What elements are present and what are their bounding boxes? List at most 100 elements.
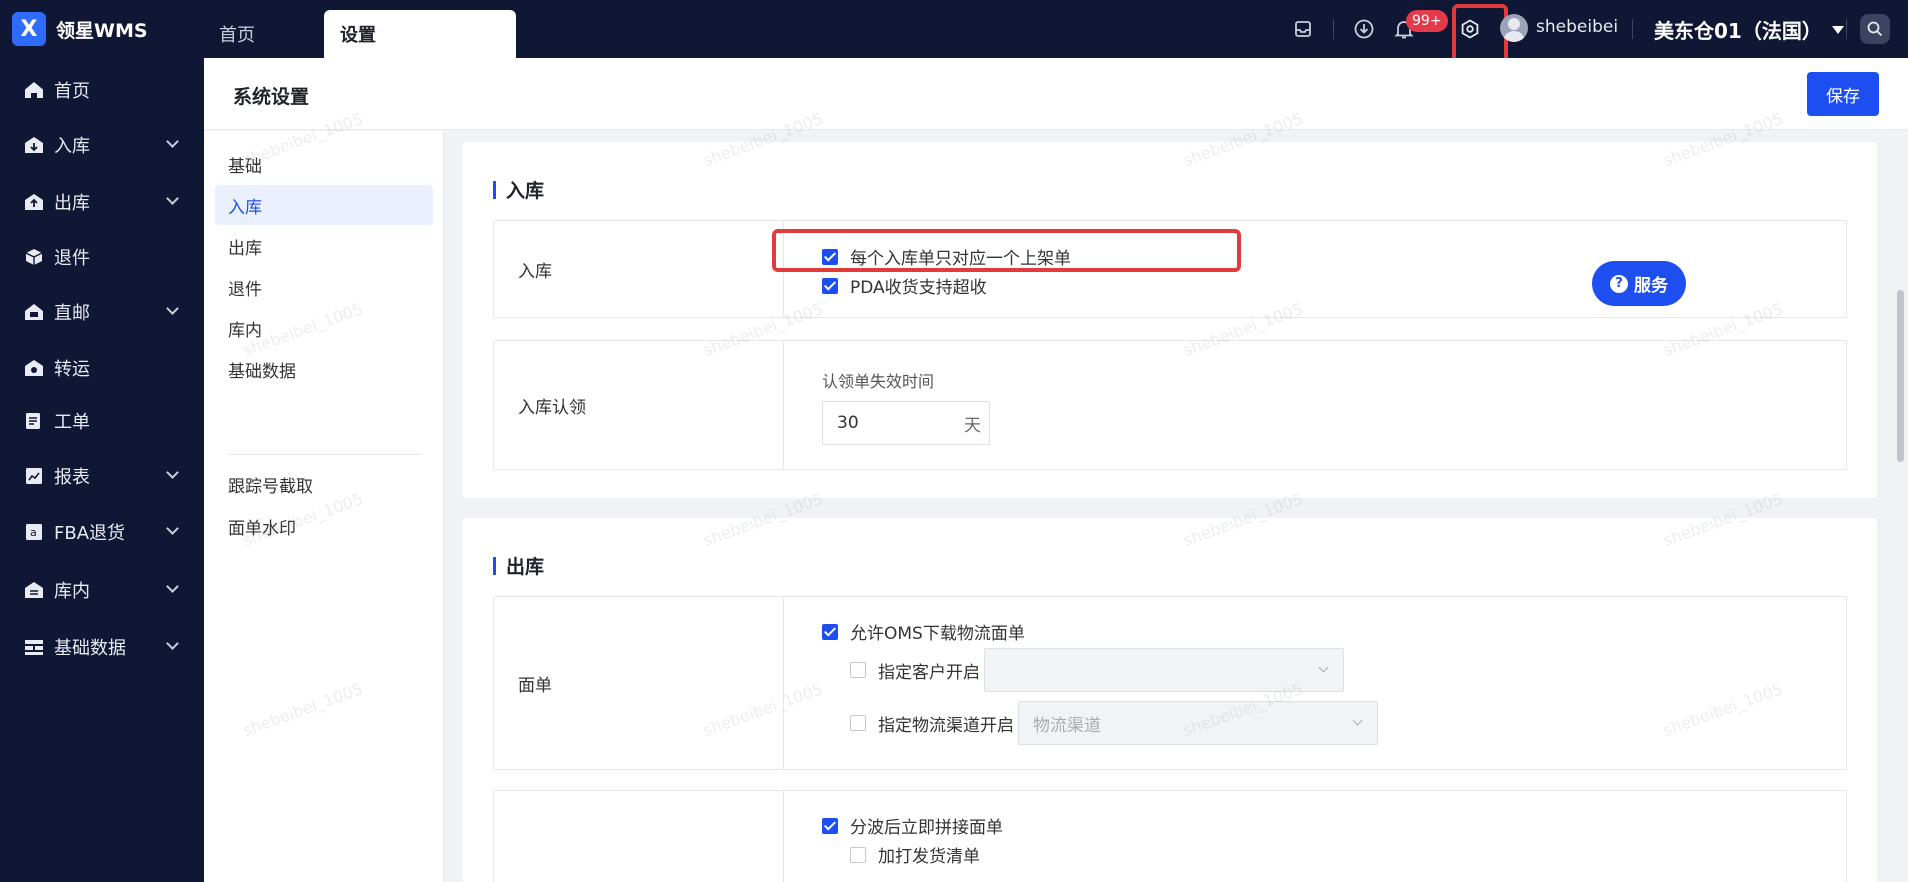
tab-home[interactable]: 首页 [203, 10, 323, 58]
subnav-item-label-watermark[interactable]: 面单水印 [215, 506, 433, 546]
chevron-down-icon [166, 580, 179, 593]
sidebar-item-warehouse[interactable]: 库内 [0, 568, 204, 612]
chevron-down-icon [1318, 662, 1329, 673]
chevron-down-icon [166, 302, 179, 315]
row-label [494, 791, 784, 882]
help-icon: ? [1610, 274, 1628, 293]
subnav-item-outbound[interactable]: 出库 [215, 226, 433, 266]
warehouse-icon [25, 582, 43, 598]
subnav-item-base-data[interactable]: 基础数据 [215, 349, 433, 389]
checkbox-unchecked[interactable] [850, 662, 866, 678]
main-content: 系统设置 保存 基础 入库 出库 退件 库内 基础数据 跟踪号截取 面单水印 入… [204, 58, 1908, 882]
report-icon [26, 468, 42, 484]
sidebar-item-label: 报表 [54, 467, 90, 488]
chevron-down-icon [166, 522, 179, 535]
claim-expiry-value: 30 [837, 413, 859, 433]
checkbox-unchecked[interactable] [850, 846, 866, 863]
tab-settings-label: 设置 [340, 25, 376, 46]
outbound-settings-card: 出库 面单 允许OMS下载物流面单 指定客户开启 指定物流渠道开启 物流渠道 分… [463, 518, 1877, 882]
toolbar-divider [1632, 19, 1633, 39]
option-merge-label-after-wave[interactable]: 分波后立即拼接面单 [822, 813, 1003, 838]
home-icon [25, 82, 43, 98]
base-data-icon [25, 640, 43, 655]
service-button-label: 服务 [1634, 276, 1668, 296]
sidebar-item-label: 出库 [54, 193, 90, 214]
checkbox-checked[interactable] [822, 817, 838, 834]
option-specified-customer[interactable]: 指定客户开启 [850, 648, 1344, 692]
setting-row-label-print: 面单 允许OMS下载物流面单 指定客户开启 指定物流渠道开启 物流渠道 [493, 596, 1847, 770]
claim-expiry-label: 认领单失效时间 [822, 372, 935, 391]
outbound-icon [25, 194, 43, 210]
claim-expiry-input[interactable]: 30 天 [822, 401, 990, 445]
subnav-item-warehouse[interactable]: 库内 [215, 308, 433, 348]
return-icon [25, 249, 43, 265]
top-bar: X 领星WMS 首页 设置 99+ shebeibei 美东仓01（法国） [0, 0, 1908, 70]
option-specified-channel[interactable]: 指定物流渠道开启 物流渠道 [850, 701, 1378, 745]
sidebar-item-transfer[interactable]: 转运 [0, 346, 204, 390]
setting-row-inbound-claim: 入库认领 认领单失效时间 30 天 [493, 340, 1847, 470]
claim-expiry-unit: 天 [964, 415, 981, 436]
chevron-down-icon [166, 192, 179, 205]
sidebar-item-work-order[interactable]: 工单 [0, 399, 204, 443]
app-name: 领星WMS [56, 19, 148, 42]
sidebar-item-inbound[interactable]: 入库 [0, 123, 204, 167]
inbox-icon[interactable] [1288, 14, 1318, 44]
section-title-inbound: 入库 [493, 176, 544, 203]
tab-home-label: 首页 [219, 25, 255, 46]
logistics-channel-select[interactable]: 物流渠道 [1018, 701, 1378, 745]
warehouse-name: 美东仓01（法国） [1654, 19, 1822, 43]
logo-mark-icon: X [12, 12, 46, 46]
option-allow-oms-download-label[interactable]: 允许OMS下载物流面单 [822, 619, 1025, 644]
option-pda-over-receive[interactable]: PDA收货支持超收 [822, 273, 987, 298]
sidebar-item-label: FBA退货 [54, 523, 126, 544]
sidebar-item-home[interactable]: 首页 [0, 68, 204, 112]
scrollbar-track[interactable] [1895, 130, 1904, 882]
option-label: 加打发货清单 [878, 847, 980, 867]
sidebar: 首页 入库 出库 退件 直邮 转运 工单 报表 a FBA退货 库内 基础数据 [0, 58, 204, 882]
work-order-icon [26, 413, 40, 429]
option-label: 允许OMS下载物流面单 [850, 624, 1025, 644]
subnav-item-inbound[interactable]: 入库 [215, 185, 433, 225]
checkbox-checked[interactable] [822, 277, 838, 294]
customer-select[interactable] [984, 648, 1344, 692]
checkbox-unchecked[interactable] [850, 715, 866, 731]
setting-row-wave: 分波后立即拼接面单 加打发货清单 [493, 790, 1847, 882]
download-icon[interactable] [1349, 14, 1379, 44]
transfer-icon [25, 360, 43, 376]
save-button[interactable]: 保存 [1807, 72, 1879, 116]
sidebar-item-direct-mail[interactable]: 直邮 [0, 290, 204, 334]
subnav-item-return[interactable]: 退件 [215, 267, 433, 307]
sidebar-item-outbound[interactable]: 出库 [0, 180, 204, 224]
inbound-settings-card: 入库 入库 每个入库单只对应一个上架单 PDA收货支持超收 入库认领 认领单失效… [463, 142, 1877, 498]
direct-mail-icon [25, 304, 43, 320]
warehouse-selector[interactable]: 美东仓01（法国） [1654, 15, 1844, 44]
sidebar-item-return[interactable]: 退件 [0, 235, 204, 279]
chevron-down-icon [1352, 715, 1363, 726]
scrollbar-thumb[interactable] [1897, 290, 1904, 462]
user-avatar[interactable] [1500, 14, 1528, 42]
fba-return-icon: a [26, 524, 42, 540]
sidebar-item-label: 库内 [54, 581, 90, 602]
checkbox-checked[interactable] [822, 623, 838, 640]
username[interactable]: shebeibei [1536, 17, 1618, 37]
sidebar-item-label: 退件 [54, 248, 90, 269]
service-button[interactable]: ? 服务 [1592, 261, 1686, 306]
toolbar-divider [1846, 19, 1847, 39]
subnav-item-basic[interactable]: 基础 [215, 144, 433, 184]
sidebar-item-label: 入库 [54, 136, 90, 157]
sidebar-item-fba-return[interactable]: a FBA退货 [0, 510, 204, 554]
sidebar-item-report[interactable]: 报表 [0, 454, 204, 498]
inbound-icon [25, 137, 43, 153]
select-placeholder: 物流渠道 [1033, 715, 1101, 736]
sidebar-item-base-data[interactable]: 基础数据 [0, 625, 204, 669]
subnav-item-tracking-number[interactable]: 跟踪号截取 [215, 464, 433, 504]
sidebar-item-label: 首页 [54, 81, 90, 102]
search-button[interactable] [1860, 14, 1890, 44]
app-logo[interactable]: X 领星WMS [12, 12, 148, 46]
option-print-packing-list[interactable]: 加打发货清单 [850, 842, 980, 867]
notification-badge: 99+ [1406, 10, 1448, 32]
svg-text:a: a [30, 526, 37, 539]
sidebar-item-label: 转运 [54, 359, 90, 380]
toolbar-divider [1333, 19, 1334, 39]
tab-settings[interactable]: 设置 [324, 10, 516, 58]
